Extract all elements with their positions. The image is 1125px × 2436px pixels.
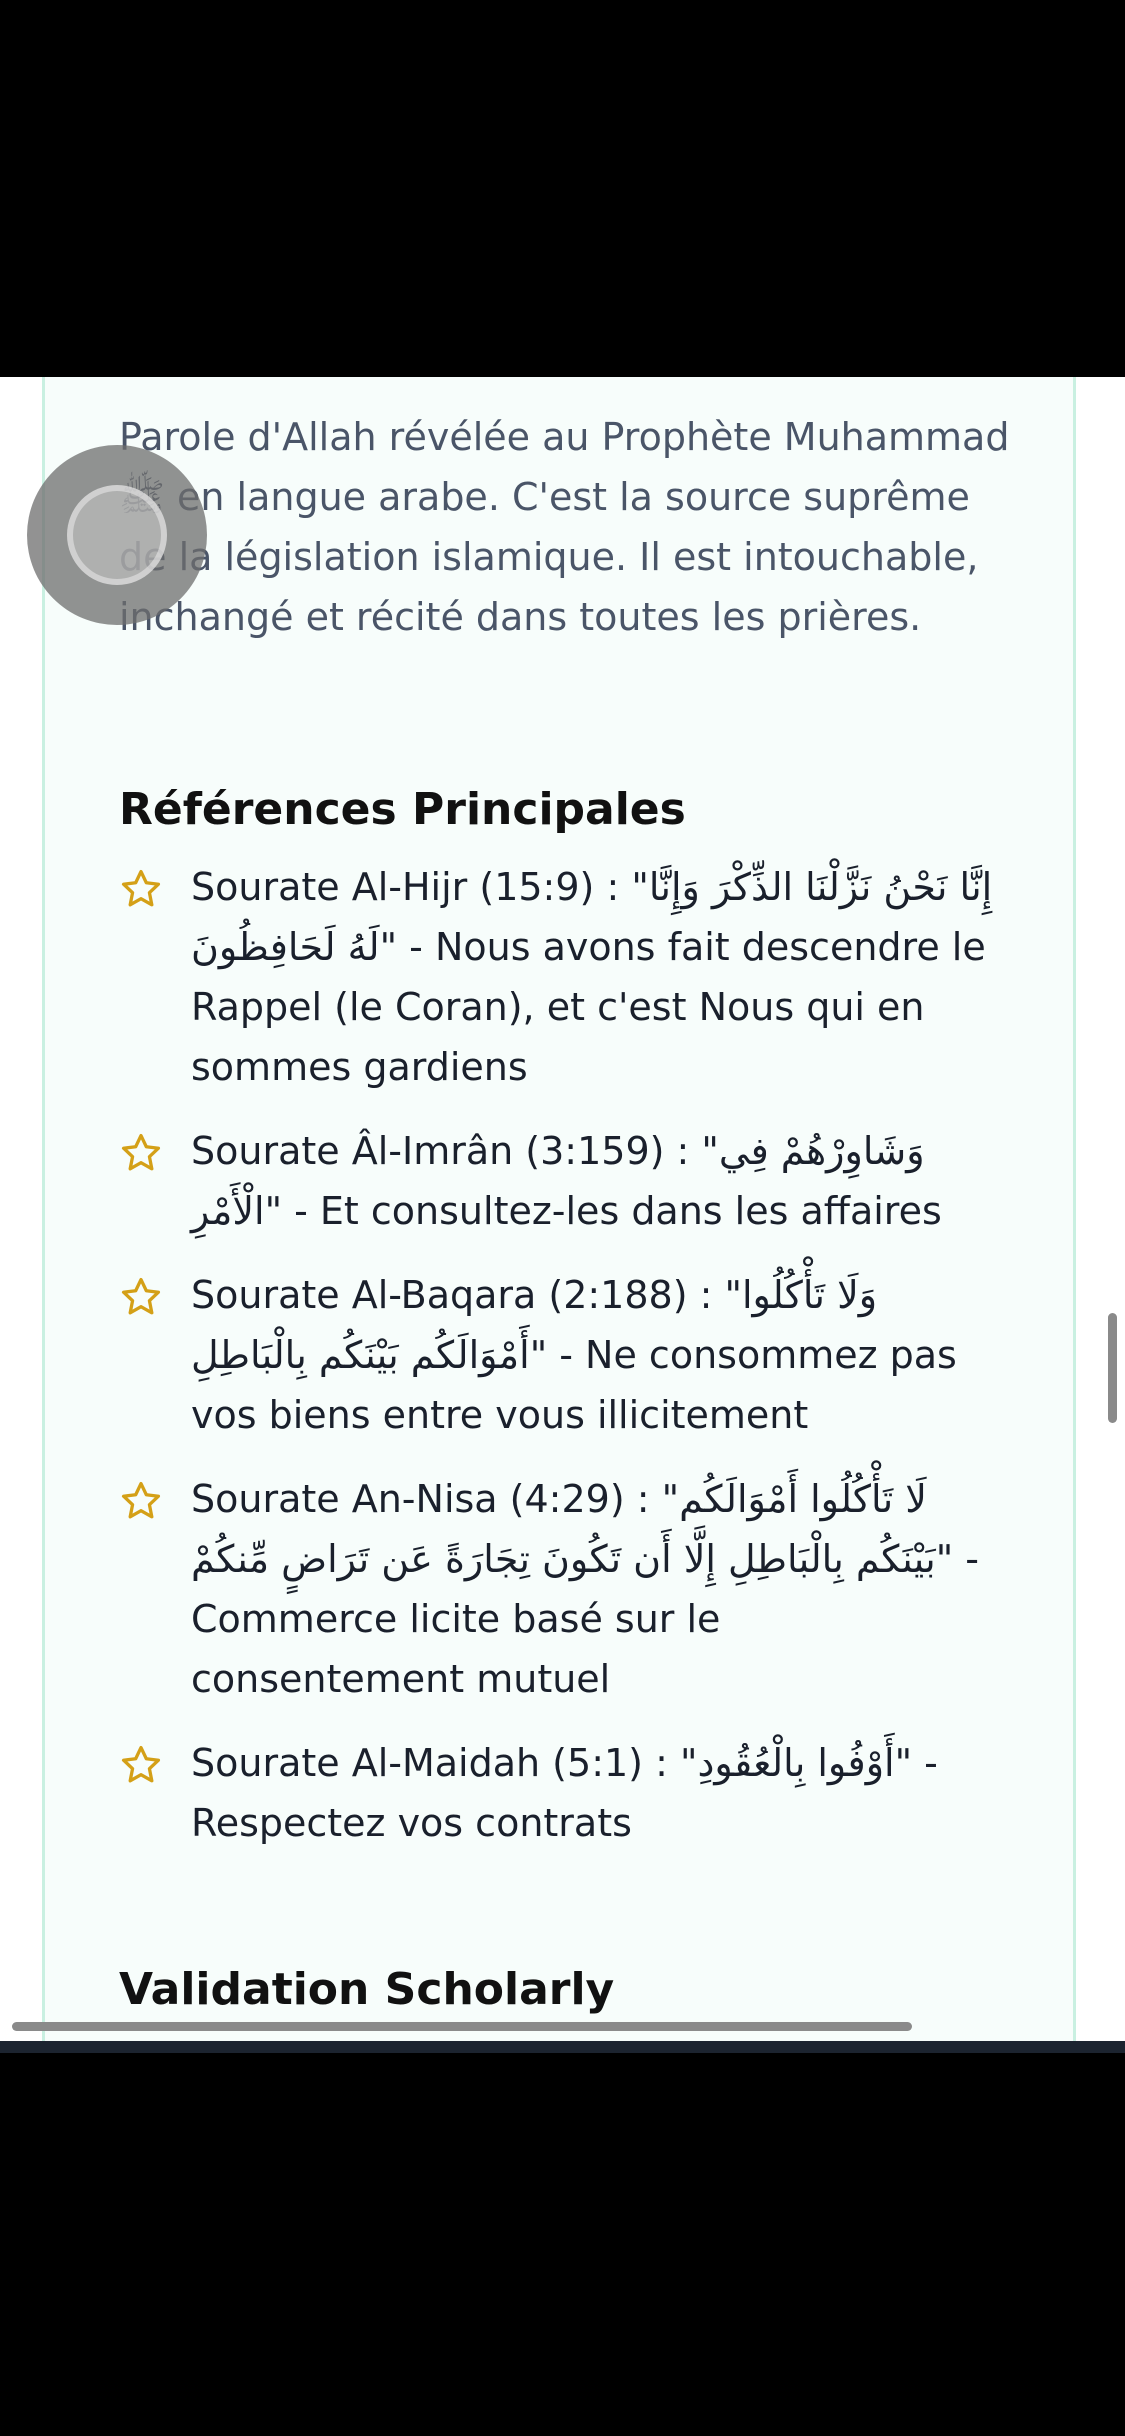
reference-item: Sourate An-Nisa (4:29) : "لَا تَأْكُلُوا…: [119, 1469, 999, 1709]
touch-indicator: [27, 445, 207, 625]
reference-text: Sourate Âl-Imrân (3:159) : "وَشَاوِرْهُم…: [191, 1129, 942, 1233]
reference-item: Sourate Al-Baqara (2:188) : "وَلَا تَأْك…: [119, 1265, 999, 1445]
reference-text: Sourate Al-Hijr (15:9) : "إِنَّا نَحْنُ …: [191, 865, 993, 1089]
star-outline-icon: [121, 1745, 161, 1783]
star-outline-icon: [121, 1133, 161, 1171]
reference-text: Sourate An-Nisa (4:29) : "لَا تَأْكُلُوا…: [191, 1477, 979, 1701]
references-heading: Références Principales: [119, 784, 686, 835]
reference-item: Sourate Al-Maidah (5:1) : "أَوْفُوا بِال…: [119, 1733, 999, 1853]
validation-heading: Validation Scholarly: [119, 1964, 615, 2015]
references-list: Sourate Al-Hijr (15:9) : "إِنَّا نَحْنُ …: [119, 857, 999, 1877]
reference-item: Sourate Al-Hijr (15:9) : "إِنَّا نَحْنُ …: [119, 857, 999, 1097]
intro-paragraph: Parole d'Allah révélée au Prophète Muham…: [119, 415, 1010, 639]
vertical-scrollbar[interactable]: [1108, 1313, 1117, 1423]
star-outline-icon: [121, 1481, 161, 1519]
scroll-content[interactable]: Parole d'Allah révélée au Prophète Muham…: [0, 377, 1125, 2041]
reference-text: Sourate Al-Maidah (5:1) : "أَوْفُوا بِال…: [191, 1741, 938, 1845]
star-outline-icon: [121, 869, 161, 907]
screen: Parole d'Allah révélée au Prophète Muham…: [0, 0, 1125, 2436]
star-outline-icon: [121, 1277, 161, 1315]
touch-indicator-core: [67, 485, 167, 585]
bottom-bar-edge: [0, 2041, 1125, 2053]
horizontal-scrollbar[interactable]: [12, 2022, 912, 2031]
reference-text: Sourate Al-Baqara (2:188) : "وَلَا تَأْك…: [191, 1273, 957, 1437]
reference-item: Sourate Âl-Imrân (3:159) : "وَشَاوِرْهُم…: [119, 1121, 999, 1241]
